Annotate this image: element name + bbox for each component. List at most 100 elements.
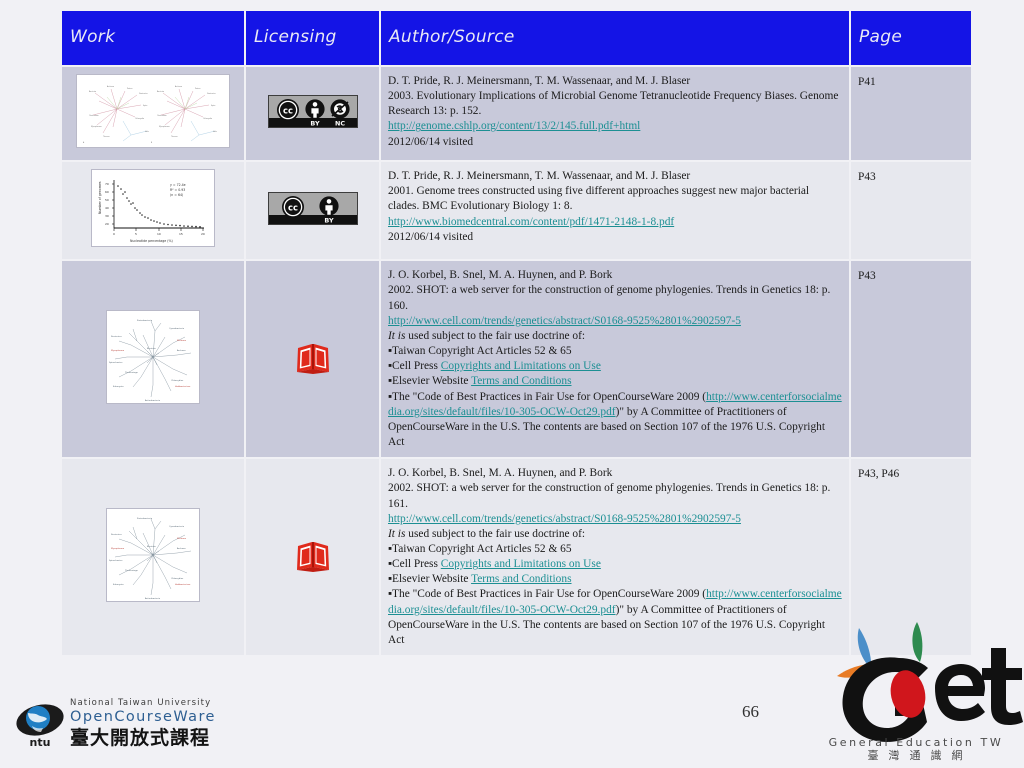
- bullet-text: The "Code of Best Practices in Fair Use …: [392, 588, 707, 601]
- fair-use-intro-rest: used subject to the fair use doctrine of…: [405, 329, 586, 342]
- source-url-link[interactable]: http://www.biomedcentral.com/content/pdf…: [388, 216, 674, 228]
- svg-text:Eukaryota: Eukaryota: [113, 385, 124, 388]
- bullet-text: Elsevier Website: [392, 375, 472, 388]
- svg-text:Bacteria: Bacteria: [89, 90, 96, 93]
- svg-text:Mycoplasma: Mycoplasma: [159, 126, 170, 128]
- work-cell: Proteobacteria Cyanobacteria Firmicutes …: [62, 261, 244, 458]
- svg-text:Methano: Methano: [177, 339, 187, 342]
- svg-text:Thermotoga: Thermotoga: [125, 569, 138, 572]
- licensing-cell: cc $ BY NC: [246, 67, 379, 161]
- cell-press-copyrights-link[interactable]: Copyrights and Limitations on Use: [441, 360, 601, 372]
- svg-text:Bacteria: Bacteria: [147, 347, 156, 350]
- bullet-text: Taiwan Copyright Act Articles 52 & 65: [392, 345, 572, 358]
- svg-text:Thermo: Thermo: [171, 135, 177, 138]
- get-subtitle-chinese: 臺灣通識網: [867, 749, 973, 762]
- fair-use-intro: It is used subject to the fair use doctr…: [388, 527, 842, 542]
- page-cell: P41: [851, 67, 971, 161]
- cc-by-label: BY: [324, 217, 334, 224]
- fair-use-intro-rest: used subject to the fair use doctrine of…: [405, 527, 586, 540]
- svg-text:Proteobacteria: Proteobacteria: [137, 319, 153, 322]
- svg-text:Proteo: Proteo: [195, 87, 200, 90]
- page-cell: P43: [851, 162, 971, 260]
- table-header-row: Work Licensing Author/Source Page: [62, 11, 971, 65]
- bullet-text: Elsevier Website: [392, 573, 472, 586]
- author-source-cell: J. O. Korbel, B. Snel, M. A. Huynen, and…: [381, 459, 849, 656]
- svg-text:Archaea: Archaea: [177, 349, 186, 352]
- svg-text:60: 60: [105, 190, 109, 194]
- svg-text:Cyanobacteria: Cyanobacteria: [169, 525, 185, 528]
- svg-text:Thermotoga: Thermotoga: [125, 371, 138, 374]
- radial-phylogenetic-tree-diagram-icon: Proteobacteria Cyanobacteria Firmicutes …: [106, 309, 200, 404]
- cc-by-label: BY: [310, 120, 320, 127]
- svg-text:Spiro: Spiro: [143, 104, 147, 107]
- column-header-author-source: Author/Source: [381, 11, 849, 65]
- source-url-link[interactable]: http://genome.cshlp.org/content/13/2/145…: [388, 120, 640, 132]
- elsevier-terms-link[interactable]: Terms and Conditions: [471, 375, 571, 387]
- bullet-text: Taiwan Copyright Act Articles 52 & 65: [392, 542, 572, 555]
- phylogenetic-network-pair-diagram-icon: Bacteria Archaea Proteo Firmicutes Spiro Ch…: [76, 74, 230, 148]
- authors-line: J. O. Korbel, B. Snel, M. A. Huynen, and…: [388, 269, 613, 282]
- list-item: ▪Elsevier Website Terms and Conditions: [388, 374, 842, 389]
- svg-text:Bacteria: Bacteria: [147, 545, 156, 548]
- radial-phylogenetic-tree-diagram-icon: Proteobacteria Cyanobacteria Firmicutes …: [106, 507, 200, 602]
- page-cell: P43: [851, 261, 971, 458]
- svg-text:Spiro: Spiro: [211, 104, 215, 107]
- svg-text:20: 20: [201, 232, 205, 236]
- svg-text:Number of genomes: Number of genomes: [98, 181, 102, 214]
- list-item: ▪Cell Press Copyrights and Limitations o…: [388, 557, 842, 572]
- column-header-licensing: Licensing: [246, 11, 379, 65]
- visited-date: 2012/06/14 visited: [388, 230, 474, 243]
- svg-text:(n = 64): (n = 64): [170, 193, 183, 197]
- source-url-link[interactable]: http://www.cell.com/trends/genetics/abst…: [388, 315, 741, 327]
- visited-date: 2012/06/14 visited: [388, 135, 474, 148]
- svg-text:Clostridium: Clostridium: [157, 114, 167, 117]
- list-item: ▪Elsevier Website Terms and Conditions: [388, 572, 842, 587]
- citation-line: 2002. SHOT: a web server for the constru…: [388, 284, 831, 312]
- list-item: ▪The "Code of Best Practices in Fair Use…: [388, 587, 842, 648]
- svg-text:30: 30: [105, 214, 109, 218]
- slide-page-number: 66: [742, 702, 759, 721]
- svg-text:Bacteria: Bacteria: [157, 90, 164, 93]
- author-source-cell: D. T. Pride, R. J. Meinersmann, T. M. Wa…: [381, 162, 849, 260]
- authors-line: J. O. Korbel, B. Snel, M. A. Huynen, and…: [388, 467, 613, 480]
- citation-line: 2001. Genome trees constructed using fiv…: [388, 185, 810, 213]
- column-header-work: Work: [62, 11, 244, 65]
- cc-nc-label: NC: [334, 120, 344, 127]
- svg-text:Proteobacteria: Proteobacteria: [137, 517, 153, 520]
- svg-text:Mycoplasma: Mycoplasma: [91, 126, 102, 128]
- bullet-text: The "Code of Best Practices in Fair Use …: [392, 390, 707, 403]
- svg-text:Proteo: Proteo: [127, 87, 132, 90]
- source-url-link[interactable]: http://www.cell.com/trends/genetics/abst…: [388, 513, 741, 525]
- elsevier-terms-link[interactable]: Terms and Conditions: [471, 573, 571, 585]
- cc-by-nc-badge-icon: cc $ BY NC: [267, 95, 358, 128]
- list-item: ▪Cell Press Copyrights and Limitations o…: [388, 359, 842, 374]
- svg-text:Actinobacteria: Actinobacteria: [145, 399, 161, 402]
- get-wordmark-glyph: [842, 648, 1023, 742]
- licensing-cell: [246, 261, 379, 458]
- svg-text:Spirochaetes: Spirochaetes: [109, 361, 122, 364]
- svg-text:70: 70: [105, 182, 109, 186]
- svg-text:Chlamydia: Chlamydia: [135, 118, 144, 120]
- red-book-icon: [294, 538, 332, 572]
- svg-text:Archaea: Archaea: [107, 85, 114, 88]
- cell-press-copyrights-link[interactable]: Copyrights and Limitations on Use: [441, 558, 601, 570]
- cc-by-badge-icon: cc BY: [267, 192, 358, 226]
- citation-line: 2002. SHOT: a web server for the constru…: [388, 482, 831, 510]
- svg-text:Firmicutes: Firmicutes: [111, 533, 122, 536]
- work-cell: 70 60 50 40 30 20 0 5 10 15 20 Nucleotide perce…: [62, 162, 244, 260]
- bullet-text: Cell Press: [392, 558, 441, 571]
- svg-text:Chlamydia: Chlamydia: [203, 118, 212, 120]
- get-subtitle: General Education TW 臺灣通識網: [808, 736, 1024, 763]
- decay-scatter-plot-icon: 70 60 50 40 30 20 0 5 10 15 20 Nucleotide perce…: [91, 169, 215, 248]
- svg-text:Methano: Methano: [177, 537, 187, 540]
- authors-line: D. T. Pride, R. J. Meinersmann, T. M. Wa…: [388, 170, 691, 183]
- attribution-table: Work Licensing Author/Source Page Bacter…: [60, 9, 973, 657]
- table-body: Bacteria Archaea Proteo Firmicutes Spiro Ch…: [62, 67, 971, 656]
- svg-text:Firmicutes: Firmicutes: [207, 92, 216, 95]
- fair-use-intro-italic: It is: [388, 329, 406, 342]
- work-cell: Proteobacteria Cyanobacteria Firmicutes …: [62, 459, 244, 656]
- svg-text:Nucleotide percentage (%): Nucleotide percentage (%): [130, 239, 173, 243]
- licensing-cell: [246, 459, 379, 656]
- svg-text:Firmicutes: Firmicutes: [139, 92, 148, 95]
- ntu-opencourseware-logo: ntu National Taiwan University OpenCours…: [14, 698, 219, 753]
